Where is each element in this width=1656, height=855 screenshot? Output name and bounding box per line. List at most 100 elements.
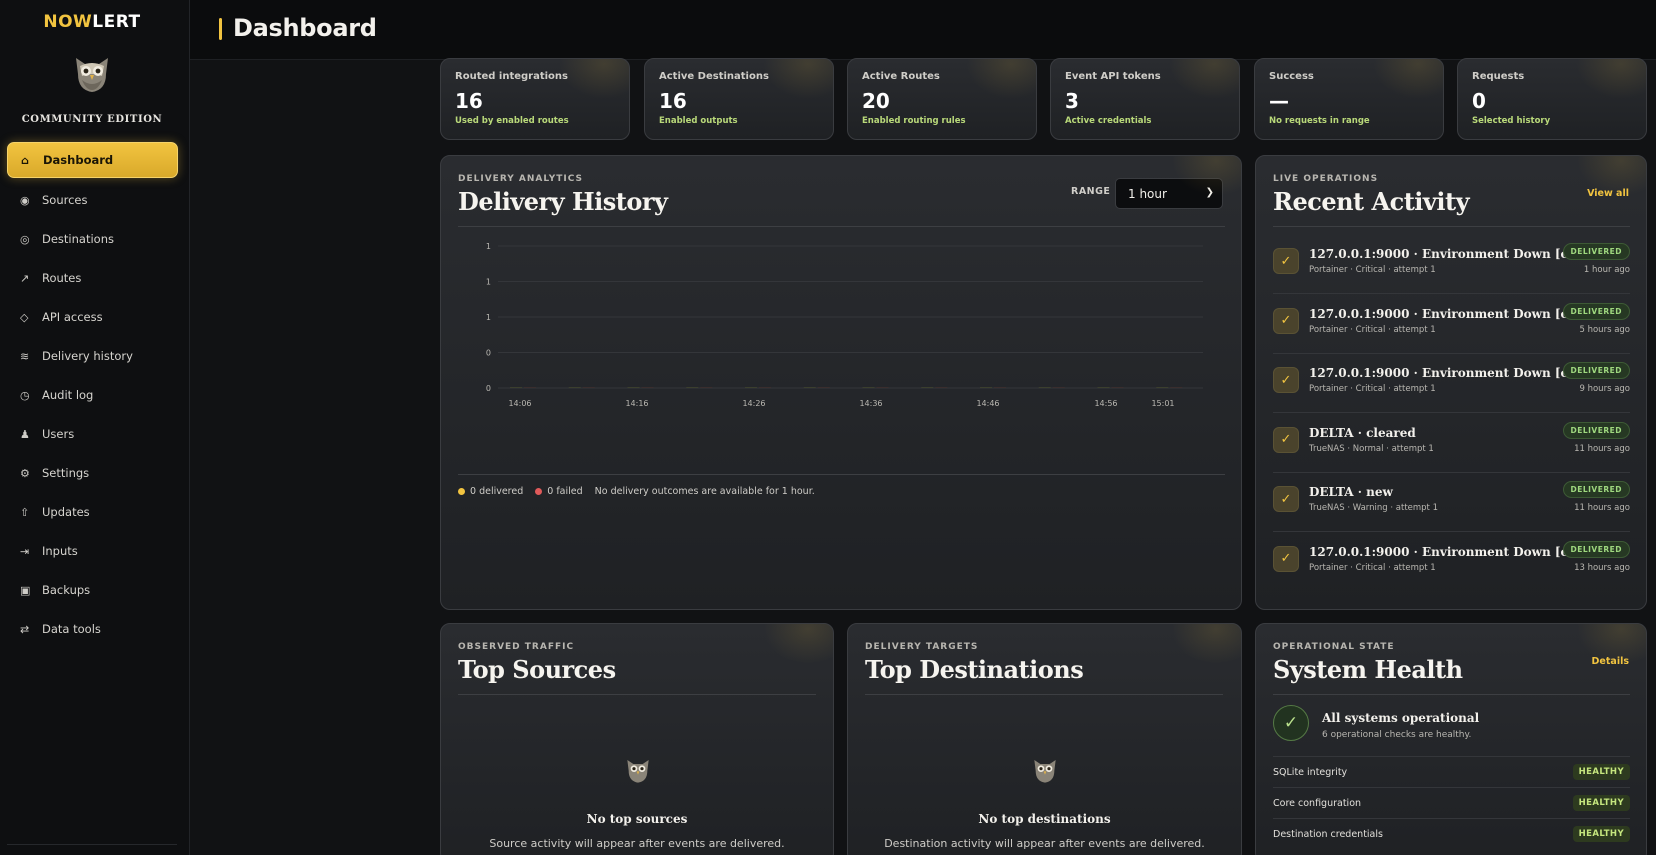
delivery-chart: 1 1 1 0 0 14:06 14:16 14:26 14:36 14:46 14:56 15:01 bbox=[486, 242, 1203, 406]
stat-label: Success bbox=[1269, 71, 1314, 82]
activity-title: DELTA · cleared bbox=[1309, 425, 1416, 440]
chart-bar-failed bbox=[524, 387, 536, 388]
status-badge: DELIVERED bbox=[1562, 421, 1630, 439]
y-tick-label: 1 bbox=[486, 313, 491, 322]
panel-title: Top Sources bbox=[458, 655, 616, 684]
sidebar-item-inputs[interactable]: ⇥ Inputs bbox=[7, 532, 178, 570]
panel-divider bbox=[865, 694, 1223, 695]
activity-time: 11 hours ago bbox=[1574, 503, 1630, 513]
activity-time: 13 hours ago bbox=[1574, 562, 1630, 573]
stat-caption: Selected history bbox=[1472, 116, 1551, 126]
sidebar-item-users[interactable]: ♟ Users bbox=[7, 415, 178, 453]
status-badge: DELIVERED bbox=[1562, 362, 1630, 379]
health-status-badge: HEALTHY bbox=[1572, 826, 1630, 842]
top-sources-panel: OBSERVED TRAFFIC Top Sources No top sour… bbox=[440, 623, 834, 855]
activity-item[interactable]: ✓ 127.0.0.1:9000 · Environment Down [crit… bbox=[1273, 238, 1630, 294]
sidebar-item-data-tools[interactable]: ⇄ Data tools bbox=[7, 610, 178, 648]
sidebar-item-label: Data tools bbox=[42, 622, 101, 636]
delivery-history-panel: DELIVERY ANALYTICS Delivery History RANG… bbox=[440, 155, 1242, 610]
panel-eyebrow: LIVE OPERATIONS bbox=[1273, 174, 1379, 184]
range-select[interactable]: 1 hour ❯ bbox=[1115, 178, 1223, 209]
chart-bar-failed bbox=[1111, 387, 1124, 388]
stat-value: 0 bbox=[1472, 89, 1486, 113]
y-tick-label: 0 bbox=[486, 349, 491, 358]
chart-bar-delivered bbox=[568, 387, 581, 388]
sidebar-item-label: Users bbox=[42, 427, 75, 441]
chart-bar-delivered bbox=[627, 387, 640, 388]
chart-bar-delivered bbox=[921, 387, 934, 388]
health-status-badge: HEALTHY bbox=[1572, 764, 1630, 780]
chart-bar-delivered bbox=[745, 387, 757, 388]
brand-logo-text[interactable]: NOWLERT bbox=[0, 12, 184, 32]
sidebar-item-label: Updates bbox=[42, 505, 90, 519]
panel-title: System Health bbox=[1273, 655, 1463, 684]
data-tools-icon: ⇄ bbox=[20, 622, 30, 636]
activity-item[interactable]: ✓ DELTA · new TrueNAS · Warning · attempt … bbox=[1273, 476, 1630, 532]
health-summary-sub: 6 operational checks are healthy. bbox=[1322, 730, 1472, 740]
check-circle-icon: ✓ bbox=[1273, 705, 1309, 741]
chevron-down-icon: ❯ bbox=[1205, 187, 1214, 198]
sidebar-item-dashboard[interactable]: ⌂ Dashboard bbox=[7, 142, 178, 178]
chart-bar-failed bbox=[994, 387, 1006, 388]
activity-item[interactable]: ✓ DELTA · cleared TrueNAS · Normal · attem… bbox=[1273, 417, 1630, 473]
stat-caption: No requests in range bbox=[1269, 116, 1370, 126]
activity-item[interactable]: ✓ 127.0.0.1:9000 · Environment Down [crit… bbox=[1273, 298, 1630, 354]
chart-bar-failed bbox=[1052, 387, 1065, 388]
chart-bar-delivered bbox=[1038, 387, 1051, 388]
activity-meta: TrueNAS · Warning · attempt 1 bbox=[1309, 503, 1439, 513]
empty-state-message: Destination activity will appear after e… bbox=[884, 837, 1205, 850]
settings-icon: ⚙ bbox=[20, 466, 30, 480]
chart-bar-failed bbox=[641, 387, 654, 388]
details-link[interactable]: Details bbox=[1592, 656, 1629, 667]
view-all-link[interactable]: View all bbox=[1587, 188, 1629, 199]
sidebar-item-api-access[interactable]: ◇ API access bbox=[7, 298, 178, 336]
health-check-name: Destination credentials bbox=[1273, 829, 1383, 840]
health-check-row: Destination credentials HEALTHY bbox=[1273, 818, 1630, 849]
stat-label: Active Routes bbox=[862, 71, 940, 82]
panel-title: Recent Activity bbox=[1273, 187, 1470, 216]
sidebar-item-audit-log[interactable]: ◷ Audit log bbox=[7, 376, 178, 414]
top-destinations-panel: DELIVERY TARGETS Top Destinations No top… bbox=[847, 623, 1242, 855]
stat-label: Event API tokens bbox=[1065, 71, 1161, 82]
routes-icon: ↗ bbox=[20, 271, 30, 285]
legend-note: No delivery outcomes are available for 1… bbox=[594, 486, 815, 497]
stat-caption: Enabled routing rules bbox=[862, 116, 966, 126]
x-tick-label: 14:16 bbox=[625, 399, 648, 406]
x-tick-label: 14:46 bbox=[976, 399, 999, 406]
sidebar-item-backups[interactable]: ▣ Backups bbox=[7, 571, 178, 609]
sidebar-item-routes[interactable]: ↗ Routes bbox=[7, 259, 178, 297]
home-icon: ⌂ bbox=[21, 153, 29, 167]
stat-card: Active Routes 20 Enabled routing rules bbox=[847, 58, 1037, 140]
api-icon: ◇ bbox=[20, 310, 29, 324]
owl-logo-icon bbox=[76, 58, 108, 92]
sources-icon: ◉ bbox=[20, 193, 30, 207]
check-icon: ✓ bbox=[1273, 248, 1299, 274]
empty-state-title: No top sources bbox=[586, 812, 688, 826]
chart-bar-failed bbox=[582, 387, 595, 388]
status-badge: DELIVERED bbox=[1562, 243, 1630, 260]
health-check-name: Core configuration bbox=[1273, 798, 1362, 809]
sidebar-item-delivery-history[interactable]: ≋ Delivery history bbox=[7, 337, 178, 375]
chart-bar-failed bbox=[759, 387, 771, 388]
stat-caption: Enabled outputs bbox=[659, 116, 738, 126]
edition-label: COMMUNITY EDITION bbox=[21, 114, 163, 125]
chart-bar-failed bbox=[935, 387, 948, 388]
range-label: RANGE bbox=[1071, 186, 1111, 197]
sidebar-item-updates[interactable]: ⇧ Updates bbox=[7, 493, 178, 531]
y-tick-label: 1 bbox=[486, 278, 491, 287]
activity-meta: TrueNAS · Normal · attempt 1 bbox=[1309, 443, 1434, 454]
panel-divider bbox=[458, 226, 1225, 227]
chart-bar-delivered bbox=[803, 387, 816, 388]
sidebar-item-sources[interactable]: ◉ Sources bbox=[7, 181, 178, 219]
sidebar-item-destinations[interactable]: ◎ Destinations bbox=[7, 220, 178, 258]
sidebar-item-settings[interactable]: ⚙ Settings bbox=[7, 454, 178, 492]
panel-eyebrow: DELIVERY ANALYTICS bbox=[458, 174, 583, 184]
activity-item[interactable]: ✓ 127.0.0.1:9000 · Environment Down [crit… bbox=[1273, 536, 1630, 592]
stat-value: — bbox=[1269, 89, 1289, 113]
panel-eyebrow: OPERATIONAL STATE bbox=[1273, 642, 1395, 652]
sidebar-item-label: Sources bbox=[42, 193, 88, 207]
y-tick-label: 1 bbox=[486, 242, 491, 251]
stat-card: Active Destinations 16 Enabled outputs bbox=[644, 58, 834, 140]
chart-bar-delivered bbox=[1097, 387, 1110, 388]
activity-item[interactable]: ✓ 127.0.0.1:9000 · Environment Down [crit… bbox=[1273, 357, 1630, 413]
